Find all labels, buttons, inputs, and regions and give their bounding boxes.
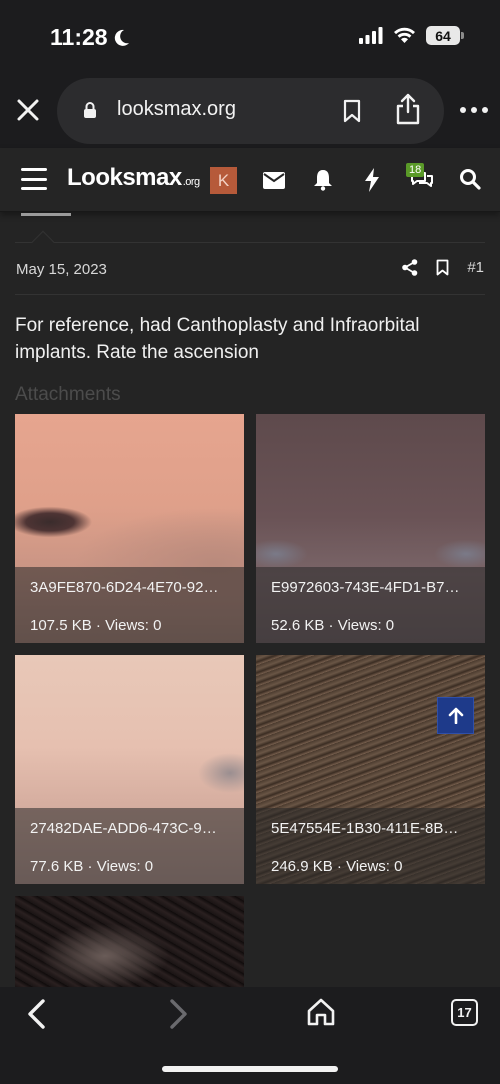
attachment-filename: 5E47554E-1B30-411E-8B… bbox=[271, 820, 459, 837]
attachment-info: 52.6 KB · Views: 0 bbox=[271, 617, 395, 634]
bookmark-icon[interactable] bbox=[343, 99, 361, 123]
avatar[interactable]: K bbox=[210, 167, 237, 194]
envelope-icon[interactable] bbox=[263, 172, 285, 189]
attachment-thumbnail[interactable]: 27482DAE-ADD6-473C-9… 77.6 KB · Views: 0 bbox=[15, 655, 244, 884]
battery-level: 64 bbox=[435, 27, 451, 44]
attachment-views: Views: 0 bbox=[346, 858, 403, 875]
attachment-views: Views: 0 bbox=[337, 617, 395, 634]
post-number[interactable]: #1 bbox=[467, 259, 484, 276]
logo-suffix: .org bbox=[182, 176, 200, 188]
attachment-info: 246.9 KB · Views: 0 bbox=[271, 858, 403, 875]
wifi-icon bbox=[394, 27, 415, 43]
browser-toolbar: 17 bbox=[0, 987, 500, 1084]
site-logo[interactable]: Looksmax.org bbox=[67, 164, 200, 192]
site-navigation: Looksmax.org K bbox=[0, 148, 500, 212]
back-icon[interactable] bbox=[25, 999, 47, 1029]
attachment-filename: 27482DAE-ADD6-473C-9… bbox=[30, 820, 217, 837]
cellular-signal-icon bbox=[359, 27, 383, 44]
attachment-size: 107.5 KB bbox=[30, 617, 92, 634]
home-indicator bbox=[162, 1066, 338, 1072]
attachment-views: Views: 0 bbox=[105, 617, 162, 634]
attachment-meta: E9972603-743E-4FD1-B7… 52.6 KB · Views: … bbox=[256, 567, 485, 643]
forward-icon[interactable] bbox=[168, 999, 190, 1029]
attachment-thumbnail[interactable] bbox=[15, 896, 244, 987]
attachment-meta: 27482DAE-ADD6-473C-9… 77.6 KB · Views: 0 bbox=[15, 808, 244, 884]
url-text: looksmax.org bbox=[117, 98, 236, 120]
post-body: For reference, had Canthoplasty and Infr… bbox=[15, 315, 420, 363]
share-icon[interactable] bbox=[402, 259, 418, 276]
post-date[interactable]: May 15, 2023 bbox=[16, 261, 107, 278]
divider bbox=[15, 242, 485, 243]
clock-text: 11:28 bbox=[50, 24, 108, 50]
status-time: 11:28 bbox=[50, 24, 130, 51]
moon-icon bbox=[114, 29, 129, 46]
menu-icon[interactable] bbox=[21, 168, 47, 190]
attachment-size: 77.6 KB bbox=[30, 858, 84, 875]
lock-icon bbox=[84, 102, 96, 118]
attachment-meta: 5E47554E-1B30-411E-8B… 246.9 KB · Views:… bbox=[256, 808, 485, 884]
attachment-info: 107.5 KB · Views: 0 bbox=[30, 617, 162, 634]
battery-icon: 64 bbox=[426, 26, 464, 45]
attachment-thumbnail[interactable]: 3A9FE870-6D24-4E70-92… 107.5 KB · Views:… bbox=[15, 414, 244, 643]
address-bar[interactable]: looksmax.org bbox=[57, 78, 444, 144]
poster-avatar-remnant bbox=[21, 212, 71, 216]
status-indicators: 64 bbox=[359, 26, 464, 45]
more-options-icon[interactable] bbox=[460, 107, 488, 113]
status-bar: 11:28 64 bbox=[0, 0, 500, 74]
browser-top-bar: looksmax.org bbox=[0, 74, 500, 148]
attachment-thumbnail[interactable]: 5E47554E-1B30-411E-8B… 246.9 KB · Views:… bbox=[256, 655, 485, 884]
conversations-badge: 18 bbox=[406, 163, 425, 177]
attachment-info: 77.6 KB · Views: 0 bbox=[30, 858, 154, 875]
bookmark-icon[interactable] bbox=[436, 259, 449, 276]
home-icon[interactable] bbox=[306, 997, 336, 1027]
post-actions: #1 bbox=[402, 259, 484, 276]
post-content: May 15, 2023 #1 For reference, had Canth… bbox=[0, 212, 500, 987]
search-icon[interactable] bbox=[459, 168, 481, 190]
attachments-heading: Attachments bbox=[15, 384, 121, 405]
attachment-meta: 3A9FE870-6D24-4E70-92… 107.5 KB · Views:… bbox=[15, 567, 244, 643]
attachment-views: Views: 0 bbox=[96, 858, 154, 875]
attachment-size: 246.9 KB bbox=[271, 858, 333, 875]
message-caret bbox=[31, 230, 55, 254]
attachment-image bbox=[15, 896, 244, 987]
divider bbox=[15, 294, 485, 295]
logo-text: Looksmax bbox=[67, 164, 182, 191]
arrow-up-icon bbox=[448, 707, 463, 724]
scroll-to-top-button[interactable] bbox=[437, 697, 474, 734]
tabs-button[interactable]: 17 bbox=[451, 999, 478, 1026]
attachment-filename: E9972603-743E-4FD1-B7… bbox=[271, 579, 460, 596]
attachment-thumbnail[interactable]: E9972603-743E-4FD1-B7… 52.6 KB · Views: … bbox=[256, 414, 485, 643]
bell-icon[interactable] bbox=[313, 169, 333, 191]
close-icon[interactable] bbox=[14, 96, 42, 124]
attachment-filename: 3A9FE870-6D24-4E70-92… bbox=[30, 579, 219, 596]
share-icon[interactable] bbox=[395, 93, 421, 125]
attachment-size: 52.6 KB bbox=[271, 617, 325, 634]
lightning-icon[interactable] bbox=[364, 168, 380, 192]
